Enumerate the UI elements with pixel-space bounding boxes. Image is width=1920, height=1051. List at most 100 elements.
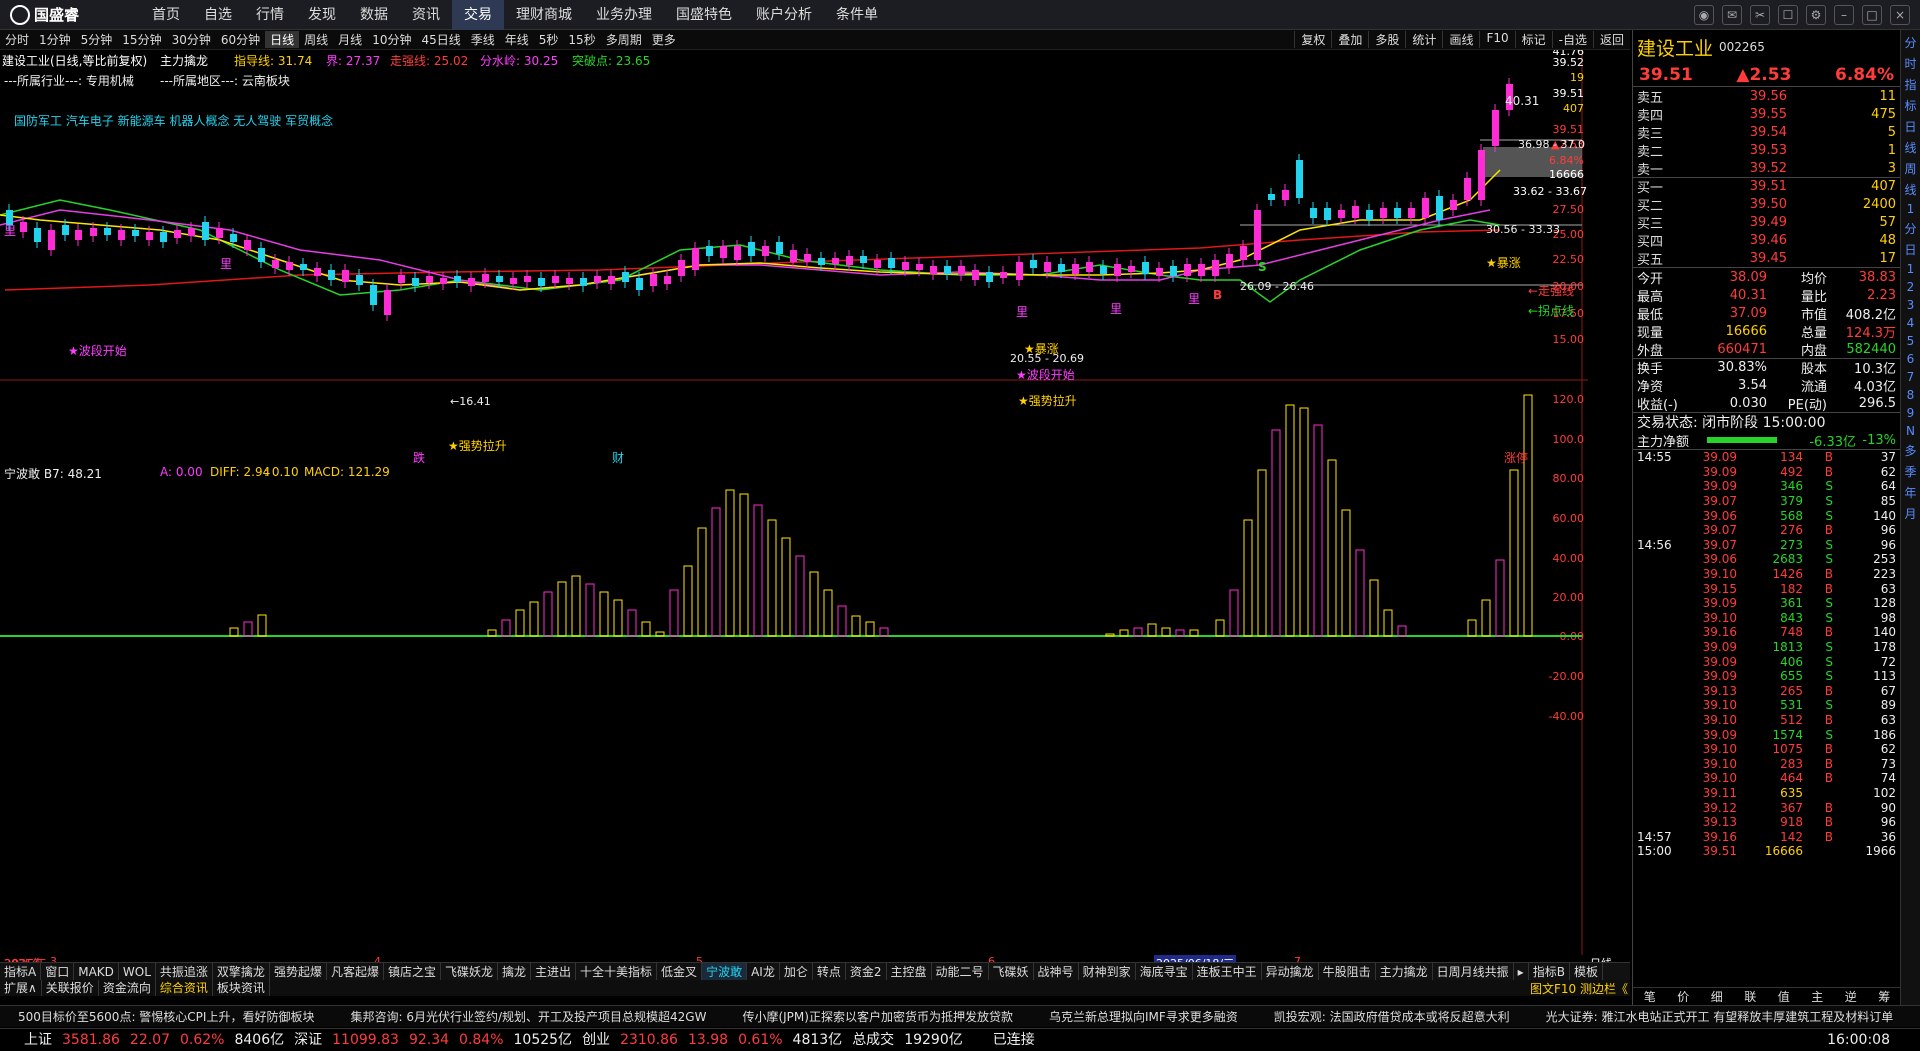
sidebar-item-22[interactable]: 季 — [1904, 463, 1916, 480]
menu-item-3[interactable]: 发现 — [296, 0, 348, 30]
tick-list[interactable]: 14:55 39.09 134 B 37 39.09 492 B 62 39.09 346 S 64 39… — [1633, 450, 1900, 859]
info-tab-2[interactable]: 资金流向 — [99, 980, 156, 996]
quote-panel-tab-1[interactable]: 价 — [1667, 988, 1701, 1005]
indicator-tab-15[interactable]: AI龙 — [747, 963, 780, 980]
sidebar-item-7[interactable]: 线 — [1904, 181, 1916, 198]
quote-panel-tab-0[interactable]: 笔 — [1633, 988, 1667, 1005]
indicator-tab-14[interactable]: 宁波敢 — [702, 963, 748, 980]
f10-link[interactable]: 图文F10 测边栏《 — [1530, 980, 1628, 997]
tools-icon[interactable]: ✂ — [1750, 5, 1770, 25]
sidebar-item-8[interactable]: 1 — [1907, 202, 1915, 216]
app-logo[interactable]: 国盛睿 — [0, 4, 140, 25]
indicator-tab-8[interactable]: 镇店之宝 — [384, 963, 441, 980]
chart-area[interactable]: 41.76 39.52 19 39.51 407 39.51 ▲2.53 6.84% 16666… — [0, 45, 1588, 971]
indicator-tab-30[interactable]: ▸ — [1514, 963, 1529, 980]
sidebar-item-23[interactable]: 年 — [1904, 484, 1916, 501]
sidebar-item-0[interactable]: 分 — [1904, 34, 1916, 51]
period-tab-14[interactable]: 15秒 — [563, 31, 600, 48]
quote-panel-tab-7[interactable]: 筹 — [1868, 988, 1902, 1005]
indicator-tab-9[interactable]: 飞碟妖龙 — [441, 963, 498, 980]
tool-button-8[interactable]: 返回 — [1592, 31, 1630, 48]
news-item-0[interactable]: 500目标价至5600点: 警惕核心CPI上升，看好防御板块 — [0, 1006, 332, 1027]
quote-panel-tab-5[interactable]: 主 — [1801, 988, 1835, 1005]
indicator-tab-7[interactable]: 凡客起爆 — [327, 963, 384, 980]
indicator-tab-20[interactable]: 动能二号 — [932, 963, 989, 980]
news-item-5[interactable]: 光大证券: 雅江水电站正式开工 有望释放丰厚建筑工程及材料订单 — [1528, 1006, 1912, 1027]
indicator-tab-22[interactable]: 战神号 — [1034, 963, 1079, 980]
sz-index-label[interactable]: 深证 — [294, 1029, 322, 1051]
mail-icon[interactable]: ✉ — [1722, 5, 1742, 25]
period-tab-8[interactable]: 月线 — [333, 31, 367, 48]
tool-button-2[interactable]: 多股 — [1368, 31, 1405, 48]
indicator-tab-29[interactable]: 日周月线共振 — [1433, 963, 1514, 980]
period-tab-5[interactable]: 60分钟 — [216, 31, 265, 48]
period-tab-13[interactable]: 5秒 — [534, 31, 564, 48]
menu-item-5[interactable]: 资讯 — [400, 0, 452, 30]
sidebar-item-21[interactable]: 多 — [1904, 442, 1916, 459]
sidebar-item-15[interactable]: 5 — [1907, 334, 1915, 348]
menu-item-7[interactable]: 理财商城 — [504, 0, 584, 30]
sidebar-item-19[interactable]: 9 — [1907, 406, 1915, 420]
settings-icon[interactable]: ⚙ — [1806, 5, 1826, 25]
menu-item-11[interactable]: 条件单 — [824, 0, 890, 30]
period-tab-0[interactable]: 分时 — [0, 31, 34, 48]
info-tab-4[interactable]: 板块资讯 — [213, 980, 270, 996]
indicator-tab-10[interactable]: 擒龙 — [498, 963, 532, 980]
menu-item-4[interactable]: 数据 — [348, 0, 400, 30]
kline-chart[interactable]: 41.7639.521939.5140739.51▲2.536.84%16666… — [0, 45, 1588, 955]
indicator-tab-32[interactable]: 模板 — [1570, 963, 1603, 980]
info-tab-0[interactable]: 扩展∧ — [0, 980, 42, 996]
indicator-tab-0[interactable]: 指标A — [0, 963, 42, 980]
period-tab-1[interactable]: 1分钟 — [34, 31, 76, 48]
indicator-tab-12[interactable]: 十全十美指标 — [576, 963, 658, 980]
sidebar-item-10[interactable]: 日 — [1904, 241, 1916, 258]
period-tab-9[interactable]: 10分钟 — [367, 31, 416, 48]
indicator-tab-25[interactable]: 连板王中王 — [1193, 963, 1262, 980]
period-tab-12[interactable]: 年线 — [500, 31, 534, 48]
menu-item-2[interactable]: 行情 — [244, 0, 296, 30]
info-tab-1[interactable]: 关联报价 — [42, 980, 99, 996]
indicator-tab-3[interactable]: WOL — [119, 963, 156, 980]
indicator-tab-31[interactable]: 指标B — [1529, 963, 1570, 980]
period-tab-3[interactable]: 15分钟 — [117, 31, 166, 48]
period-tab-7[interactable]: 周线 — [299, 31, 333, 48]
indicator-tab-24[interactable]: 海底寻宝 — [1136, 963, 1193, 980]
quote-panel-tab-4[interactable]: 值 — [1767, 988, 1801, 1005]
menu-item-6[interactable]: 交易 — [452, 0, 504, 30]
period-tab-11[interactable]: 季线 — [466, 31, 500, 48]
sidebar-item-14[interactable]: 4 — [1907, 316, 1915, 330]
period-tab-4[interactable]: 30分钟 — [167, 31, 216, 48]
period-tab-16[interactable]: 更多 — [647, 31, 681, 48]
sidebar-item-20[interactable]: N — [1906, 424, 1915, 438]
menu-item-10[interactable]: 账户分析 — [744, 0, 824, 30]
sidebar-item-24[interactable]: 月 — [1904, 505, 1916, 522]
skin-icon[interactable]: ☐ — [1778, 5, 1798, 25]
indicator-tab-2[interactable]: MAKD — [74, 963, 119, 980]
sidebar-item-13[interactable]: 3 — [1907, 298, 1915, 312]
news-ticker[interactable]: 500目标价至5600点: 警惕核心CPI上升，看好防御板块 集邦咨询: 6月光伏… — [0, 1005, 1920, 1027]
news-item-4[interactable]: 凯投宏观: 法国政府借贷成本或将反超意大利 — [1256, 1006, 1528, 1027]
sidebar-item-2[interactable]: 指 — [1904, 76, 1916, 93]
indicator-tab-23[interactable]: 财神到家 — [1079, 963, 1136, 980]
quote-panel-tab-2[interactable]: 细 — [1700, 988, 1734, 1005]
quote-panel-tab-3[interactable]: 联 — [1734, 988, 1768, 1005]
sidebar-item-17[interactable]: 7 — [1907, 370, 1915, 384]
menu-item-9[interactable]: 国盛特色 — [664, 0, 744, 30]
indicator-tab-19[interactable]: 主控盘 — [887, 963, 932, 980]
indicator-tab-1[interactable]: 窗口 — [41, 963, 75, 980]
sidebar-item-12[interactable]: 2 — [1907, 280, 1915, 294]
sidebar-item-9[interactable]: 分 — [1904, 220, 1916, 237]
indicator-tab-13[interactable]: 低金叉 — [657, 963, 703, 980]
sidebar-item-11[interactable]: 1 — [1907, 262, 1915, 276]
period-tab-6[interactable]: 日线 — [265, 31, 300, 48]
indicator-tab-4[interactable]: 共振追涨 — [156, 963, 213, 980]
close-icon[interactable]: × — [1890, 5, 1910, 25]
news-item-3[interactable]: 乌克兰新总理拟向IMF寻求更多融资 — [1031, 1006, 1256, 1027]
sidebar-item-5[interactable]: 线 — [1904, 139, 1916, 156]
news-item-1[interactable]: 集邦咨询: 6月光伏行业签约/规划、开工及投产项目总规模超42GW — [332, 1006, 724, 1027]
quote-panel-tab-6[interactable]: 逆 — [1834, 988, 1868, 1005]
chat-icon[interactable]: ◉ — [1694, 5, 1714, 25]
menu-item-1[interactable]: 自选 — [192, 0, 244, 30]
tool-button-5[interactable]: F10 — [1479, 31, 1514, 48]
indicator-tab-16[interactable]: 加仑 — [780, 963, 813, 980]
